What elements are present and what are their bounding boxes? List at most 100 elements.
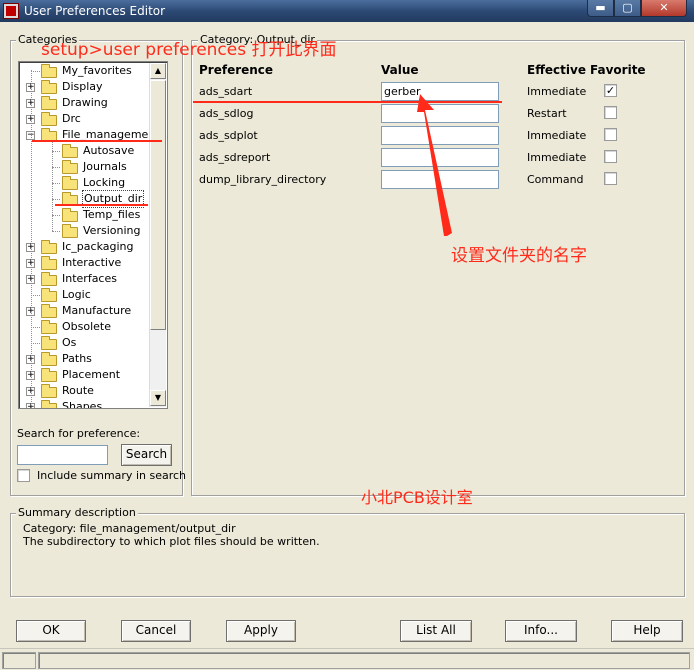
tree-connector — [31, 295, 40, 296]
annotation-arrow-shape — [417, 94, 452, 236]
annotation-folder-name: 设置文件夹的名字 — [451, 246, 587, 266]
tree-item[interactable]: + Manufacture — [19, 303, 149, 319]
folder-icon — [62, 160, 78, 174]
summary-category-line: Category: file_management/output_dir — [23, 522, 236, 535]
tree-item[interactable]: + Drawing — [19, 95, 149, 111]
window-title: User Preferences Editor — [24, 4, 166, 18]
effective-column-header: Effective — [527, 63, 586, 77]
tree-item[interactable]: + Paths — [19, 351, 149, 367]
tree-item[interactable]: + Interfaces — [19, 271, 149, 287]
tree-item[interactable]: + Placement — [19, 367, 149, 383]
annotation-menu-path: setup>user preferences 打开此界面 — [41, 40, 337, 60]
favorite-checkbox[interactable]: ✓ — [604, 84, 617, 97]
tree-connector — [52, 199, 60, 200]
preference-column-header: Preference — [199, 63, 274, 77]
tree-item[interactable]: Os — [19, 335, 149, 351]
preference-name: ads_sdlog — [199, 107, 254, 120]
tree-item-label: Manufacture — [62, 304, 132, 317]
tree-connector — [31, 343, 40, 344]
tree-item-label: Shapes — [62, 400, 103, 409]
tree-item[interactable]: Temp_files — [19, 207, 149, 223]
tree-item[interactable]: Versioning — [19, 223, 149, 239]
folder-icon — [41, 400, 57, 408]
folder-icon — [41, 272, 57, 286]
tree-root-connector — [31, 70, 32, 408]
favorite-checkbox[interactable] — [604, 150, 617, 163]
apply-button[interactable]: Apply — [226, 620, 296, 642]
scroll-thumb[interactable] — [150, 80, 166, 330]
tree-item-label: Ic_packaging — [62, 240, 134, 253]
tree-item[interactable]: + Shapes — [19, 399, 149, 409]
tree-connector — [52, 231, 60, 232]
favorite-checkbox[interactable] — [604, 128, 617, 141]
folder-icon — [41, 64, 57, 78]
tree-item[interactable]: + Ic_packaging — [19, 239, 149, 255]
tree-item-label: Interactive — [62, 256, 122, 269]
status-cell-left — [2, 652, 36, 669]
search-button[interactable]: Search — [121, 444, 172, 466]
tree-item[interactable]: + Interactive — [19, 255, 149, 271]
tree-item-label: Interfaces — [62, 272, 117, 285]
effective-value: Restart — [527, 107, 567, 120]
tree-connector — [52, 151, 60, 152]
tree-item[interactable]: + Drc — [19, 111, 149, 127]
tree-item-label: Versioning — [83, 224, 141, 237]
search-input[interactable] — [17, 445, 108, 465]
scroll-up-button[interactable]: ▲ — [150, 63, 166, 79]
info-button[interactable]: Info... — [505, 620, 577, 642]
status-cell-main — [38, 652, 690, 669]
tree-child-connector — [52, 141, 53, 231]
tree-item[interactable]: Obsolete — [19, 319, 149, 335]
summary-detail-line: The subdirectory to which plot files sho… — [23, 535, 320, 548]
tree-item[interactable]: Logic — [19, 287, 149, 303]
folder-icon — [62, 224, 78, 238]
tree-item-label: Drc — [62, 112, 81, 125]
tree-item[interactable]: + Route — [19, 383, 149, 399]
tree-item[interactable]: Locking — [19, 175, 149, 191]
tree-connector — [52, 183, 60, 184]
close-button[interactable]: ✕ — [641, 0, 687, 17]
tree-item-label: Os — [62, 336, 77, 349]
cancel-button[interactable]: Cancel — [121, 620, 191, 642]
tree-item-label: My_favorites — [62, 64, 132, 77]
tree-item[interactable]: Journals — [19, 159, 149, 175]
folder-icon — [62, 176, 78, 190]
effective-value: Command — [527, 173, 584, 186]
folder-icon — [41, 368, 57, 382]
tree-connector — [52, 215, 60, 216]
tree-scrollbar[interactable]: ▲ ▼ — [149, 63, 166, 407]
help-button[interactable]: Help — [611, 620, 683, 642]
folder-icon — [41, 96, 57, 110]
folder-icon — [41, 288, 57, 302]
folder-icon — [62, 144, 78, 158]
folder-icon — [41, 336, 57, 350]
ok-button[interactable]: OK — [16, 620, 86, 642]
favorite-checkbox[interactable] — [604, 106, 617, 119]
list-all-button[interactable]: List All — [400, 620, 472, 642]
app-icon — [3, 3, 19, 19]
tree-connector — [31, 71, 40, 72]
annotation-watermark: 小北PCB设计室 — [361, 488, 473, 507]
tree-item[interactable]: Autosave — [19, 143, 149, 159]
tree-item-label: Paths — [62, 352, 92, 365]
folder-icon — [41, 256, 57, 270]
tree-item-label: Drawing — [62, 96, 108, 109]
include-summary-label: Include summary in search — [37, 469, 187, 482]
status-bar — [0, 648, 694, 670]
tree-item[interactable]: + Display — [19, 79, 149, 95]
preference-name: ads_sdart — [199, 85, 253, 98]
folder-icon — [41, 352, 57, 366]
effective-value: Immediate — [527, 151, 587, 164]
favorite-checkbox[interactable] — [604, 172, 617, 185]
tree-item-label: Placement — [62, 368, 121, 381]
tree-item-label: Temp_files — [83, 208, 141, 221]
maximize-button[interactable]: ▢ — [614, 0, 641, 17]
preference-name: ads_sdplot — [199, 129, 258, 142]
tree-item[interactable]: My_favorites — [19, 63, 149, 79]
scroll-down-button[interactable]: ▼ — [150, 390, 166, 406]
category-tree[interactable]: My_favorites + Display + Drawing + Drc − File_ma… — [18, 61, 168, 409]
tree-item-label: Route — [62, 384, 94, 397]
folder-icon — [62, 208, 78, 222]
minimize-button[interactable]: ▬ — [587, 0, 614, 17]
include-summary-checkbox[interactable] — [17, 469, 30, 482]
